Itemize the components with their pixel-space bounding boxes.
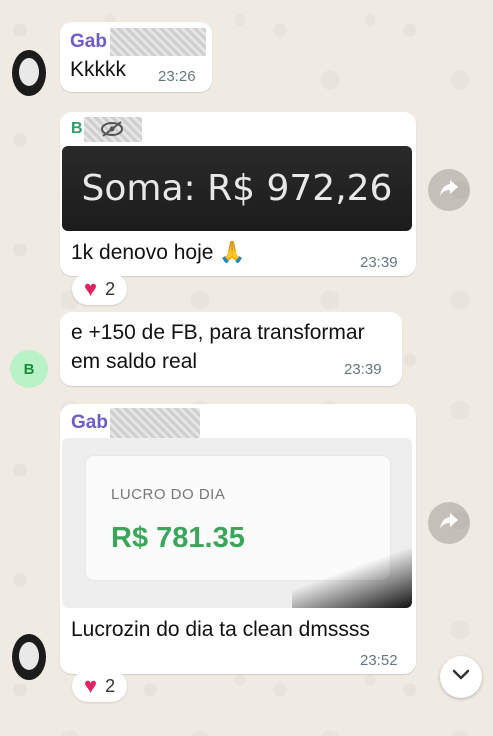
chevron-down-icon: [452, 668, 470, 686]
sender-name: Gab: [71, 412, 108, 433]
sender-name: B: [71, 120, 83, 137]
scroll-to-bottom-button[interactable]: [440, 656, 482, 698]
message-bubble-3[interactable]: e +150 de FB, para transformar em saldo …: [60, 312, 402, 386]
sender-name: Gab: [70, 31, 107, 52]
card-value: R$ 781.35: [111, 522, 245, 554]
message-bubble-1[interactable]: Gab Kkkkk 23:26: [60, 22, 212, 92]
sum-screenshot[interactable]: Soma: R$ 972,26: [62, 146, 412, 231]
reaction-count: 2: [105, 675, 116, 696]
message-text: Lucrozin do dia ta clean dmssss: [71, 618, 370, 641]
message-bubble-2[interactable]: B Soma: R$ 972,26 1k denovo hoje 🙏 23:39: [60, 112, 416, 276]
avatar[interactable]: [12, 634, 46, 680]
forward-button[interactable]: [428, 169, 470, 211]
message-text-line-1: e +150 de FB, para transformar: [71, 321, 365, 344]
message-text-line-2: em saldo real: [71, 350, 198, 373]
card-label: LUCRO DO DIA: [111, 486, 226, 503]
forward-icon: [439, 512, 459, 535]
heart-icon: ♥: [84, 276, 98, 301]
profit-screenshot[interactable]: LUCRO DO DIA R$ 781.35: [62, 438, 412, 608]
forward-icon: [439, 179, 459, 202]
forward-button[interactable]: [428, 502, 470, 544]
reaction-pill[interactable]: ♥ 2: [72, 273, 128, 305]
heart-icon: ♥: [84, 673, 98, 698]
message-text: 1k denovo hoje 🙏: [71, 241, 246, 264]
message-text: Kkkkk: [70, 58, 127, 81]
message-time: 23:52: [360, 652, 398, 669]
message-time: 23:39: [360, 254, 398, 271]
avatar[interactable]: B: [10, 350, 48, 388]
message-time: 23:39: [344, 361, 382, 378]
message-time: 23:26: [158, 68, 196, 85]
blurred-name: [110, 408, 200, 438]
eye-slash-icon: [100, 121, 124, 142]
reaction-count: 2: [105, 278, 116, 299]
reaction-pill[interactable]: ♥ 2: [72, 670, 128, 702]
avatar[interactable]: [12, 50, 46, 96]
blurred-name: [110, 28, 206, 56]
image-corner-shadow: [292, 548, 412, 608]
message-bubble-4[interactable]: Gab LUCRO DO DIA R$ 781.35 Lucrozin do d…: [60, 404, 416, 674]
